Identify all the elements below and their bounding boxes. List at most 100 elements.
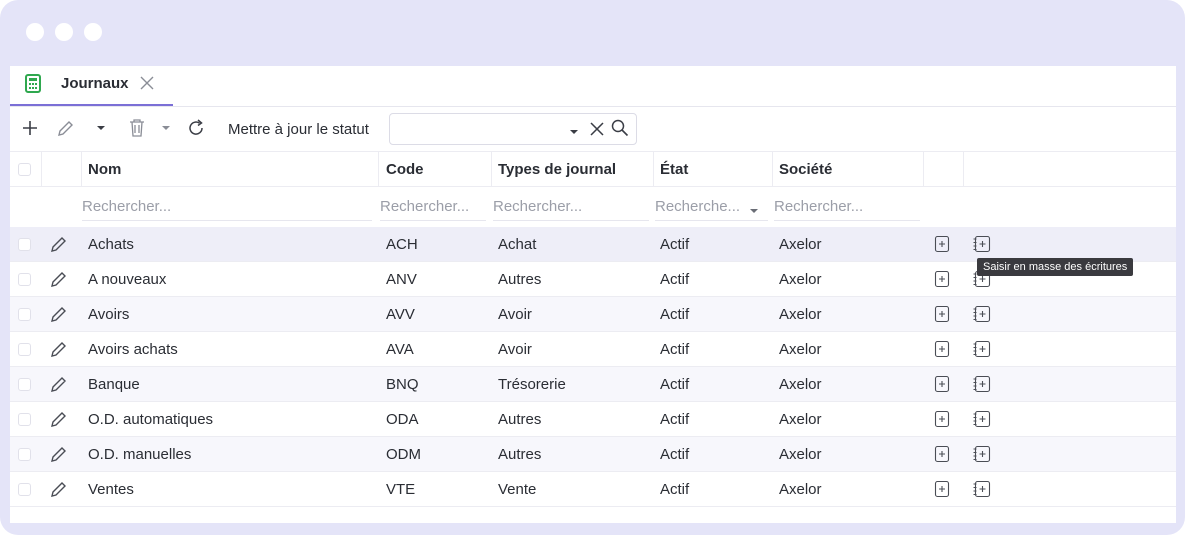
search-icon[interactable]	[611, 119, 629, 142]
cell-etat: Actif	[660, 340, 690, 358]
cell-code: ANV	[386, 270, 417, 288]
plus-square-icon[interactable]	[934, 402, 950, 436]
chevron-down-icon[interactable]	[161, 121, 171, 139]
table-row[interactable]: Ventes VTE Vente Actif Axelor	[10, 472, 1176, 507]
plus-square-icon[interactable]	[934, 472, 950, 506]
plus-square-icon[interactable]	[934, 297, 950, 331]
filter-societe-input[interactable]	[774, 193, 920, 221]
status-input[interactable]	[398, 120, 562, 140]
plus-square-icon[interactable]	[934, 262, 950, 296]
edit-pencil-icon[interactable]	[50, 402, 68, 436]
cell-societe: Axelor	[779, 340, 822, 358]
filter-code-input[interactable]	[380, 193, 486, 221]
row-checkbox[interactable]	[18, 332, 31, 366]
cell-nom: Achats	[88, 235, 134, 253]
cell-etat: Actif	[660, 305, 690, 323]
column-header-nom[interactable]: Nom	[88, 152, 121, 186]
edit-pencil-icon[interactable]	[50, 227, 68, 261]
filter-nom-input[interactable]	[82, 193, 372, 221]
cell-nom: Avoirs	[88, 305, 130, 323]
column-header-code[interactable]: Code	[386, 152, 424, 186]
edit-pencil-icon[interactable]	[50, 297, 68, 331]
plus-icon[interactable]	[22, 118, 38, 143]
cell-nom: A nouveaux	[88, 270, 167, 288]
filter-row	[10, 187, 1176, 227]
select-all-checkbox[interactable]	[18, 152, 31, 186]
notebook-plus-icon[interactable]	[972, 227, 992, 261]
table-row[interactable]: Avoirs AVV Avoir Actif Axelor	[10, 297, 1176, 332]
edit-pencil-icon[interactable]	[50, 332, 68, 366]
refresh-icon[interactable]	[187, 118, 205, 143]
browser-frame: Journaux Mettre à jour le statut Nom Cod…	[0, 0, 1185, 535]
cell-type: Autres	[498, 410, 542, 428]
notebook-plus-icon[interactable]	[972, 332, 992, 366]
cell-code: ODM	[386, 445, 421, 463]
window-controls	[26, 23, 102, 41]
row-checkbox[interactable]	[18, 472, 31, 506]
table-row[interactable]: Banque BNQ Trésorerie Actif Axelor	[10, 367, 1176, 402]
notebook-plus-icon[interactable]	[972, 472, 992, 506]
cell-code: BNQ	[386, 375, 419, 393]
edit-pencil-icon[interactable]	[50, 262, 68, 296]
cell-etat: Actif	[660, 270, 690, 288]
calculator-icon	[25, 74, 41, 98]
plus-square-icon[interactable]	[934, 332, 950, 366]
cell-nom: Banque	[88, 375, 140, 393]
edit-pencil-icon[interactable]	[50, 472, 68, 506]
cell-nom: O.D. automatiques	[88, 410, 214, 428]
row-checkbox[interactable]	[18, 262, 31, 296]
row-checkbox[interactable]	[18, 367, 31, 401]
trash-icon[interactable]	[129, 118, 145, 143]
chevron-down-icon[interactable]	[96, 121, 106, 139]
cell-nom: Avoirs achats	[88, 340, 178, 358]
window-dot-minimize[interactable]	[55, 23, 73, 41]
notebook-plus-icon[interactable]	[972, 437, 992, 471]
notebook-plus-icon[interactable]	[972, 367, 992, 401]
edit-pencil-icon[interactable]	[50, 437, 68, 471]
caret-down-icon[interactable]	[569, 124, 579, 142]
column-header-etat[interactable]: État	[660, 152, 688, 186]
notebook-plus-icon[interactable]	[972, 297, 992, 331]
filter-types-input[interactable]	[493, 193, 649, 221]
cell-code: ODA	[386, 410, 419, 428]
plus-square-icon[interactable]	[934, 227, 950, 261]
column-header-societe[interactable]: Société	[779, 152, 832, 186]
cell-code: VTE	[386, 480, 416, 498]
column-header-types[interactable]: Types de journal	[498, 152, 616, 186]
window-dot-maximize[interactable]	[84, 23, 102, 41]
cell-societe: Axelor	[779, 305, 822, 323]
plus-square-icon[interactable]	[934, 437, 950, 471]
table-row[interactable]: Avoirs achats AVA Avoir Actif Axelor	[10, 332, 1176, 367]
table-row[interactable]: O.D. manuelles ODM Autres Actif Axelor	[10, 437, 1176, 472]
plus-square-icon[interactable]	[934, 367, 950, 401]
row-checkbox[interactable]	[18, 227, 31, 261]
close-icon[interactable]	[139, 75, 155, 96]
pencil-icon[interactable]	[56, 118, 74, 143]
cell-type: Autres	[498, 270, 542, 288]
cell-etat: Actif	[660, 445, 690, 463]
notebook-plus-icon[interactable]	[972, 402, 992, 436]
cell-societe: Axelor	[779, 445, 822, 463]
status-select[interactable]	[389, 113, 637, 145]
row-checkbox[interactable]	[18, 297, 31, 331]
table-row[interactable]: O.D. automatiques ODA Autres Actif Axelor	[10, 402, 1176, 437]
cell-nom: Ventes	[88, 480, 134, 498]
window-dot-close[interactable]	[26, 23, 44, 41]
cell-type: Achat	[498, 235, 537, 253]
row-checkbox[interactable]	[18, 437, 31, 471]
cell-etat: Actif	[660, 375, 690, 393]
edit-pencil-icon[interactable]	[50, 367, 68, 401]
app-window: Journaux Mettre à jour le statut Nom Cod…	[10, 66, 1176, 523]
row-checkbox[interactable]	[18, 402, 31, 436]
cell-type: Vente	[498, 480, 537, 498]
cell-code: AVA	[386, 340, 414, 358]
clear-icon[interactable]	[589, 121, 605, 142]
toolbar: Mettre à jour le statut	[10, 107, 1176, 152]
tab-journaux[interactable]: Journaux	[10, 66, 173, 106]
cell-etat: Actif	[660, 410, 690, 428]
mass-entry-tooltip: Saisir en masse des écritures	[977, 258, 1134, 276]
caret-down-icon[interactable]	[749, 203, 759, 221]
table-row[interactable]: Achats ACH Achat Actif Axelor	[10, 227, 1176, 262]
cell-code: AVV	[386, 305, 415, 323]
cell-type: Avoir	[498, 305, 532, 323]
